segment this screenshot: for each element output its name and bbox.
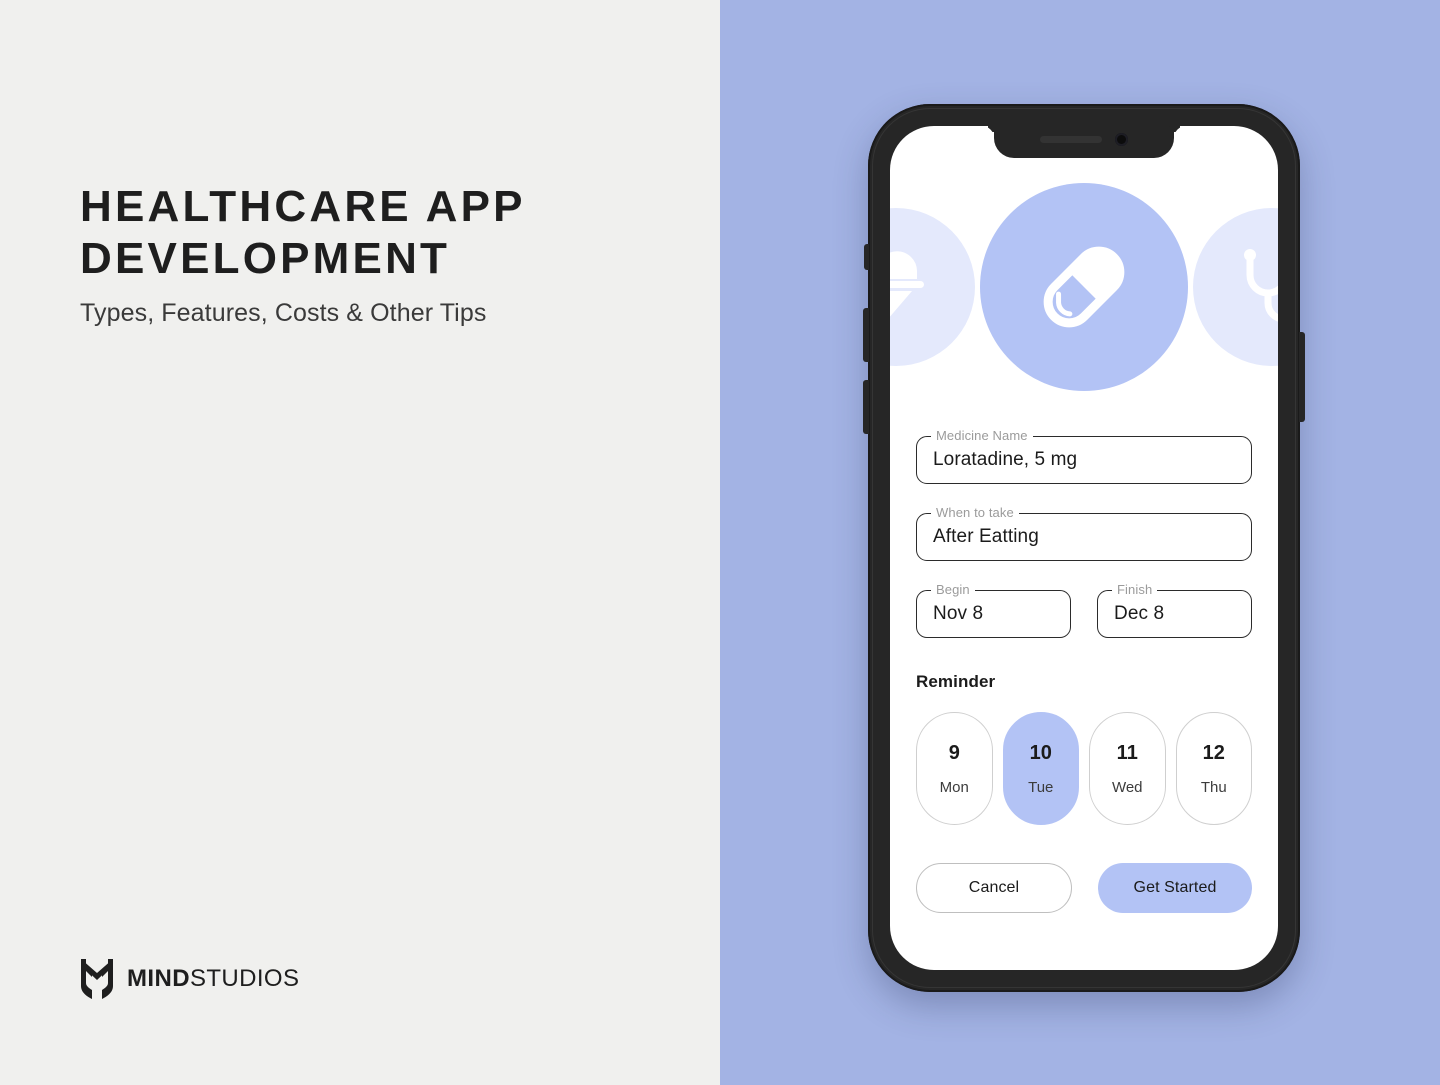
stethoscope-icon: [1244, 249, 1278, 322]
reminder-day-picker: 9 Mon 10 Tue 11 Wed 12 Thu: [916, 712, 1252, 825]
medicine-name-value: Loratadine, 5 mg: [933, 449, 1078, 470]
reminder-heading: Reminder: [916, 672, 996, 691]
mind-studios-shield-icon: [81, 959, 113, 999]
phone-mockup: Medicine Name Loratadine, 5 mg When to t…: [863, 104, 1305, 992]
reminder-day-chip[interactable]: 12 Thu: [1175, 712, 1252, 825]
when-to-take-field[interactable]: When to take After Eatting: [916, 505, 1252, 561]
syringe-icon: [890, 251, 924, 317]
silence-switch-button[interactable]: [864, 244, 869, 270]
brand-logo: MINDSTUDIOS: [80, 958, 299, 1000]
brand-wordmark: MINDSTUDIOS: [127, 965, 299, 993]
cancel-button[interactable]: Cancel: [916, 863, 1072, 913]
reminder-day-name: Tue: [1028, 778, 1054, 796]
carousel-item-previous[interactable]: [890, 208, 975, 366]
page-title: HEALTHCARE APP DEVELOPMENT: [80, 182, 525, 283]
front-camera-icon: [1115, 133, 1128, 146]
finish-date-label: Finish: [1112, 582, 1158, 598]
medicine-name-label: Medicine Name: [931, 428, 1033, 444]
when-to-take-value: After Eatting: [933, 526, 1039, 547]
phone-notch: [994, 126, 1174, 158]
brand-regular: STUDIOS: [189, 965, 300, 992]
carousel-item-next[interactable]: [1193, 208, 1278, 366]
reminder-day-chip[interactable]: 11 Wed: [1089, 712, 1166, 825]
reminder-day-name: Wed: [1111, 778, 1143, 796]
medicine-form: Medicine Name Loratadine, 5 mg When to t…: [916, 428, 1252, 913]
begin-date-field[interactable]: Begin Nov 8: [916, 582, 1071, 638]
icon-carousel: [890, 178, 1278, 400]
when-to-take-label: When to take: [931, 505, 1019, 521]
medicine-name-field[interactable]: Medicine Name Loratadine, 5 mg: [916, 428, 1252, 484]
reminder-day-number: 12: [1202, 741, 1225, 764]
finish-date-field[interactable]: Finish Dec 8: [1097, 582, 1252, 638]
date-range-row: Begin Nov 8 Finish Dec 8: [916, 582, 1252, 638]
volume-up-button[interactable]: [863, 308, 869, 362]
brand-bold: MIND: [127, 965, 190, 992]
left-panel: [0, 0, 720, 1085]
reminder-day-name: Thu: [1200, 778, 1227, 796]
reminder-day-number: 11: [1116, 741, 1138, 764]
phone-screen: Medicine Name Loratadine, 5 mg When to t…: [890, 126, 1278, 970]
reminder-day-name: Mon: [939, 778, 969, 796]
earpiece-speaker-icon: [1040, 136, 1102, 143]
pill-capsule-icon: [1043, 246, 1125, 328]
reminder-day-chip-selected[interactable]: 10 Tue: [1002, 712, 1079, 825]
reminder-day-number: 9: [948, 741, 960, 764]
get-started-button[interactable]: Get Started: [1098, 863, 1252, 913]
begin-date-label: Begin: [931, 582, 975, 598]
finish-date-value: Dec 8: [1114, 603, 1165, 624]
carousel-item-current[interactable]: [980, 183, 1188, 391]
power-button[interactable]: [1299, 332, 1305, 422]
reminder-day-chip[interactable]: 9 Mon: [916, 712, 993, 825]
form-actions: Cancel Get Started: [916, 863, 1252, 913]
volume-down-button[interactable]: [863, 380, 869, 434]
begin-date-value: Nov 8: [933, 603, 984, 624]
poster-canvas: HEALTHCARE APP DEVELOPMENT Types, Featur…: [0, 0, 1440, 1085]
reminder-day-number: 10: [1029, 741, 1052, 764]
page-subtitle: Types, Features, Costs & Other Tips: [80, 299, 487, 327]
